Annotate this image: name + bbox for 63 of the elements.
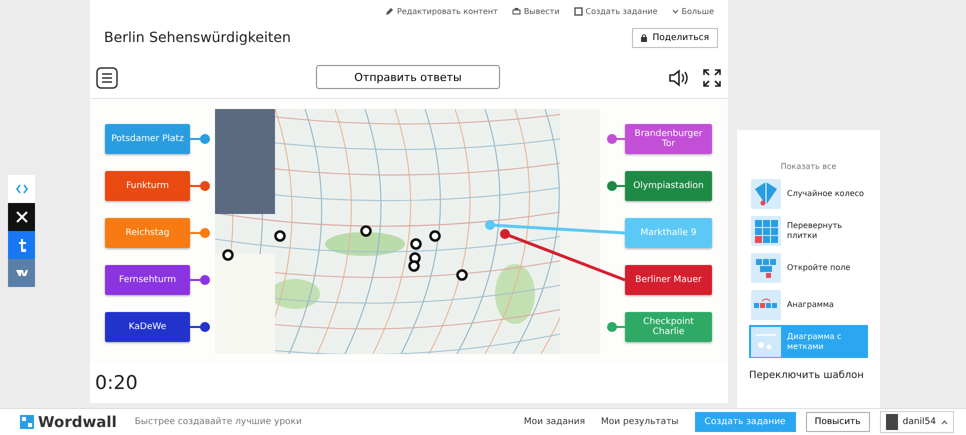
vk-icon	[14, 268, 28, 278]
code-icon	[16, 184, 28, 194]
anagram-thumbnail-icon	[751, 290, 781, 320]
x-icon	[16, 211, 28, 223]
speaker-icon[interactable]	[668, 69, 690, 87]
map-marker-icon[interactable]	[408, 260, 420, 272]
tile-grid-thumbnail-icon	[751, 216, 781, 246]
tumblr-icon	[18, 238, 26, 252]
panel-title: Переключить шаблон	[749, 370, 865, 381]
answer-label[interactable]: Olympiastadion	[625, 171, 712, 201]
label-pin[interactable]	[607, 181, 625, 191]
template-item[interactable]: Перевернуть плитки	[749, 214, 868, 247]
avatar-icon	[886, 414, 898, 430]
boxes-thumbnail-icon	[751, 252, 781, 282]
x-share-button[interactable]	[8, 203, 35, 231]
answer-label[interactable]: Berliner Mauer	[625, 265, 712, 295]
share-button[interactable]: Поделиться	[632, 28, 718, 48]
tumblr-share-button[interactable]	[8, 231, 35, 259]
answer-label[interactable]: Fernsehturm	[105, 265, 190, 295]
map-marker-icon[interactable]	[456, 269, 468, 281]
label-pin[interactable]	[485, 220, 626, 234]
lock-icon	[641, 34, 648, 42]
upgrade-button[interactable]: Повысить	[806, 412, 870, 432]
map-marker-icon[interactable]	[410, 238, 422, 250]
map-marker-icon[interactable]	[274, 230, 286, 242]
submit-answers-button[interactable]: Отправить ответы	[316, 65, 500, 89]
diagram-thumbnail-icon	[751, 326, 781, 356]
map-marker-icon[interactable]	[360, 225, 372, 237]
timer: 0:20	[95, 372, 138, 394]
vk-share-button[interactable]	[8, 259, 35, 287]
action-link[interactable]: Вывести	[512, 6, 560, 16]
nav-link[interactable]: Мои задания	[524, 417, 586, 427]
wheel-thumbnail-icon	[751, 178, 781, 208]
show-all-link[interactable]: Показать все	[749, 162, 868, 171]
caret-icon	[672, 8, 679, 14]
logo-icon	[20, 415, 34, 429]
label-pin[interactable]	[500, 229, 626, 282]
user-menu[interactable]: danil54	[880, 411, 954, 433]
answer-label[interactable]: Brandenburger Tor	[625, 124, 712, 154]
pencil-icon	[385, 6, 394, 16]
label-pin[interactable]	[607, 134, 625, 144]
document-icon	[574, 6, 583, 16]
activity-title: Berlin Sehenswürdigkeiten	[104, 30, 291, 46]
menu-icon[interactable]	[96, 67, 118, 89]
action-link[interactable]: Редактировать контент	[385, 6, 498, 16]
template-item[interactable]: Случайное колесо	[749, 177, 868, 210]
label-pin[interactable]	[190, 181, 210, 191]
tagline: Быстрее создавайте лучшие уроки	[134, 417, 302, 427]
printer-icon	[512, 6, 521, 16]
fullscreen-icon[interactable]	[702, 68, 722, 88]
action-link[interactable]: Больше	[672, 6, 714, 16]
map-marker-icon[interactable]	[429, 230, 441, 242]
logo-text[interactable]: Wordwall	[38, 413, 117, 431]
template-item[interactable]: Анаграмма	[749, 288, 868, 321]
action-link[interactable]: Создать задание	[574, 6, 658, 16]
nav-link[interactable]: Мои результаты	[601, 417, 679, 427]
caret-icon	[941, 420, 948, 424]
template-item[interactable]: Откройте поле	[749, 251, 868, 284]
answer-label[interactable]: KaDeWe	[105, 312, 190, 342]
map-marker-icon[interactable]	[222, 249, 234, 261]
label-pin[interactable]	[190, 322, 210, 332]
answer-label[interactable]: Funkturm	[105, 171, 190, 201]
label-pin[interactable]	[190, 275, 210, 285]
